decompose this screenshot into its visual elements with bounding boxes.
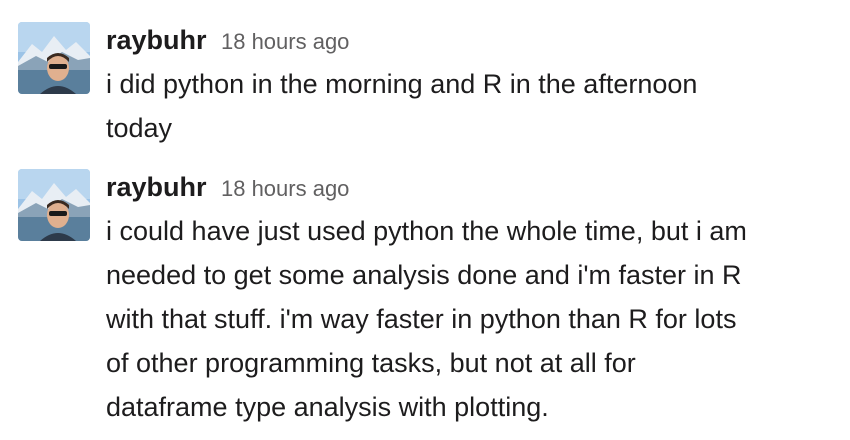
message-line: i did python in the morning and R in the… xyxy=(106,69,698,99)
avatar[interactable] xyxy=(18,169,90,241)
message-content: raybuhr 18 hours ago i did python in the… xyxy=(106,22,826,150)
message-content: raybuhr 18 hours ago i could have just u… xyxy=(106,169,826,429)
message-header: raybuhr 18 hours ago xyxy=(106,169,826,205)
username[interactable]: raybuhr xyxy=(106,25,207,55)
message-line: today xyxy=(106,113,173,143)
avatar-photo-icon xyxy=(18,22,90,94)
message-header: raybuhr 18 hours ago xyxy=(106,22,826,58)
message-text: i could have just used python the whole … xyxy=(106,209,826,429)
username[interactable]: raybuhr xyxy=(106,172,207,202)
message-line: i could have just used python the whole … xyxy=(106,216,747,246)
avatar-photo-icon xyxy=(18,169,90,241)
message-line: dataframe type analysis with plotting. xyxy=(106,392,549,422)
message-line: needed to get some analysis done and i'm… xyxy=(106,260,742,290)
timestamp[interactable]: 18 hours ago xyxy=(221,176,349,201)
message-line: of other programming tasks, but not at a… xyxy=(106,348,636,378)
avatar[interactable] xyxy=(18,22,90,94)
timestamp[interactable]: 18 hours ago xyxy=(221,29,349,54)
message-line: with that stuff. i'm way faster in pytho… xyxy=(106,304,737,334)
message-text: i did python in the morning and R in the… xyxy=(106,62,826,150)
